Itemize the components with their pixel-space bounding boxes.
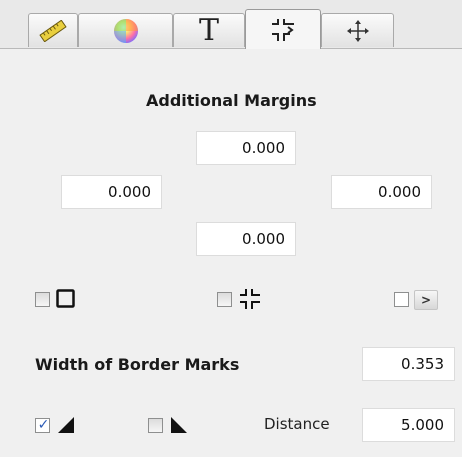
move-arrows-icon: [346, 19, 369, 42]
check-icon: ✓: [37, 417, 50, 433]
margin-bottom-field[interactable]: 0.000: [196, 222, 296, 256]
frame-icon: [56, 289, 75, 308]
corner-right-triangle-icon: [171, 417, 187, 433]
tab-move[interactable]: [321, 13, 394, 47]
tab-crop-marks[interactable]: [245, 9, 321, 49]
corner-left-triangle-icon: [58, 417, 74, 433]
tab-bar: T: [0, 0, 462, 49]
crop-marks-pane: Additional Margins 0.000 0.000 0.000 0.0…: [0, 49, 462, 457]
text-icon: T: [198, 12, 219, 48]
more-options-checkbox[interactable]: [394, 292, 409, 307]
color-wheel-icon: [113, 18, 138, 43]
distance-field[interactable]: 5.000: [362, 408, 455, 442]
right-corner-checkbox[interactable]: [148, 418, 163, 433]
border-marks-width-field[interactable]: 0.353: [362, 347, 455, 381]
crop-marks-icon: [272, 18, 294, 41]
frame-checkbox[interactable]: [35, 292, 50, 307]
left-corner-checkbox[interactable]: ✓: [35, 417, 50, 433]
border-marks-width-label: Width of Border Marks: [35, 355, 240, 374]
more-options-button[interactable]: >: [414, 290, 438, 310]
tab-color[interactable]: [78, 13, 173, 47]
crop-marks-checkbox[interactable]: [217, 292, 232, 307]
mark-settings-panel: T Additional Margins 0.000 0.000 0.000 0…: [0, 0, 462, 457]
margin-left-field[interactable]: 0.000: [61, 175, 162, 209]
tab-ruler[interactable]: [28, 13, 78, 47]
ruler-icon: [39, 19, 67, 42]
tab-text[interactable]: T: [173, 13, 245, 47]
crop-marks-option-icon: [240, 289, 260, 309]
margin-right-field[interactable]: 0.000: [331, 175, 432, 209]
additional-margins-heading: Additional Margins: [146, 91, 317, 110]
distance-label: Distance: [264, 415, 330, 433]
margin-top-field[interactable]: 0.000: [196, 131, 296, 165]
